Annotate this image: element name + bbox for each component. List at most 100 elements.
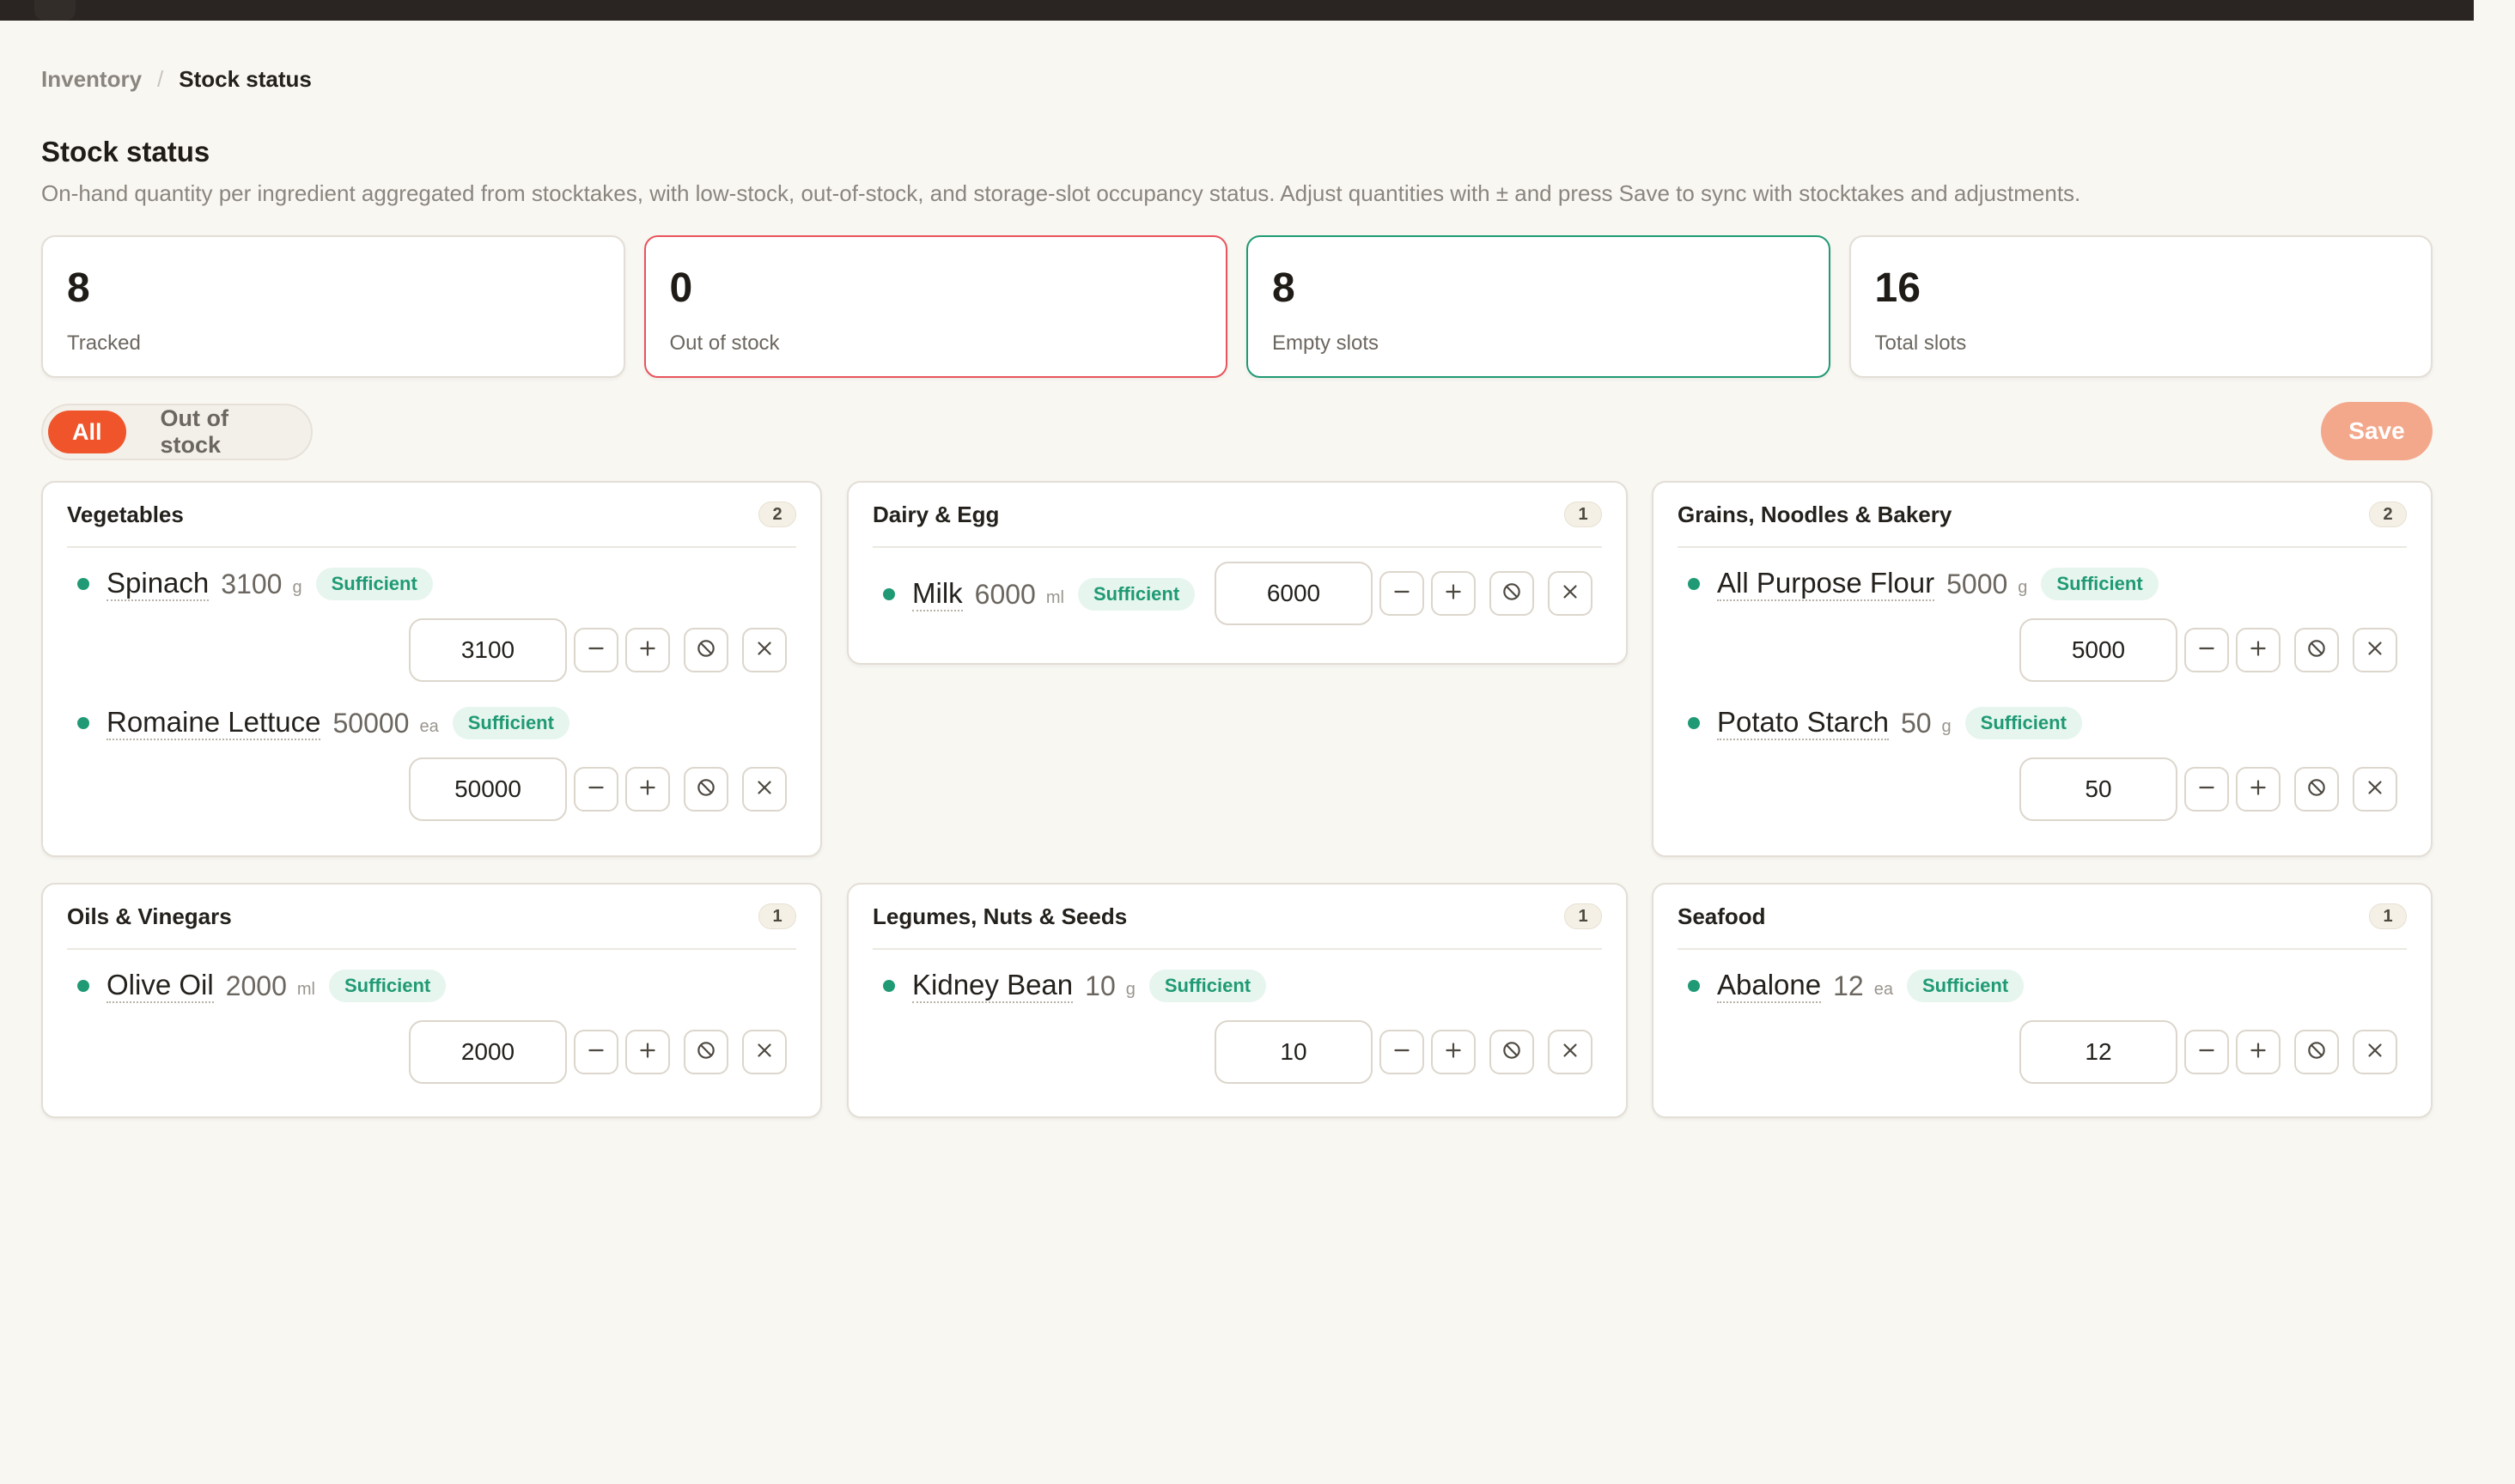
category-count-badge: 1 [758, 903, 796, 929]
increment-button[interactable] [1431, 571, 1476, 616]
breadcrumb-current: Stock status [179, 65, 312, 92]
remove-button[interactable] [742, 767, 787, 812]
ban-icon [2305, 637, 2328, 664]
filter-all[interactable]: All [48, 411, 126, 453]
clear-button[interactable] [2294, 767, 2339, 812]
item-name[interactable]: Spinach [107, 567, 210, 601]
decrement-button[interactable] [574, 1030, 618, 1074]
breadcrumb-inventory[interactable]: Inventory [41, 66, 142, 93]
clear-button[interactable] [2294, 628, 2339, 672]
status-badge: Sufficient [2041, 568, 2159, 600]
item-unit: ea [1873, 979, 1893, 999]
item-name[interactable]: Romaine Lettuce [107, 706, 321, 740]
plus-icon [1442, 581, 1465, 607]
plus-icon [2247, 1039, 2269, 1066]
decrement-button[interactable] [2184, 767, 2229, 812]
filter-out-of-stock[interactable]: Out of stock [137, 405, 306, 458]
stat-label: Total slots [1874, 331, 1967, 355]
save-button[interactable]: Save [2321, 402, 2433, 460]
item-name[interactable]: All Purpose Flour [1717, 567, 1935, 601]
stat-card-total-slots: 16 Total slots [1848, 235, 2433, 378]
item-unit: g [292, 577, 302, 597]
quantity-input[interactable] [409, 757, 567, 821]
ban-icon [695, 1039, 717, 1066]
quantity-input[interactable] [409, 1020, 567, 1084]
stat-value: 16 [1874, 265, 1921, 311]
quantity-input[interactable] [2019, 757, 2177, 821]
stock-item: All Purpose Flour 5000 g Sufficient [1688, 565, 2159, 603]
category-count-badge: 2 [758, 502, 796, 527]
quantity-controls [2019, 1020, 2397, 1084]
item-unit: g [1125, 979, 1136, 999]
decrement-button[interactable] [2184, 628, 2229, 672]
status-badge: Sufficient [1148, 970, 1267, 1002]
status-badge: Sufficient [1906, 970, 2025, 1002]
quantity-controls [1215, 1020, 1592, 1084]
category-count-badge: 2 [2369, 502, 2407, 527]
category-title: Grains, Noodles & Bakery [1678, 501, 1952, 527]
remove-button[interactable] [2353, 767, 2397, 812]
quantity-input[interactable] [2019, 1020, 2177, 1084]
quantity-input[interactable] [1215, 1020, 1373, 1084]
quantity-input[interactable] [2019, 618, 2177, 682]
quantity-input[interactable] [409, 618, 567, 682]
category-header: Dairy & Egg 1 [873, 483, 1602, 548]
stock-item: Milk 6000 ml Sufficient [883, 575, 1196, 613]
plus-icon [636, 776, 659, 803]
remove-button[interactable] [742, 628, 787, 672]
remove-button[interactable] [2353, 628, 2397, 672]
stock-item: Romaine Lettuce 50000 ea Sufficient [77, 704, 569, 742]
category-count-badge: 1 [1564, 502, 1602, 527]
stat-card-empty-slots: 8 Empty slots [1246, 235, 1830, 378]
decrement-button[interactable] [1379, 1030, 1424, 1074]
decrement-button[interactable] [1379, 571, 1424, 616]
item-name[interactable]: Abalone [1717, 969, 1822, 1003]
category-card: Grains, Noodles & Bakery 2 All Purpose Flo… [1652, 481, 2433, 857]
increment-button[interactable] [625, 1030, 670, 1074]
remove-button[interactable] [1548, 1030, 1592, 1074]
decrement-button[interactable] [2184, 1030, 2229, 1074]
category-title: Seafood [1678, 903, 1766, 929]
increment-button[interactable] [1431, 1030, 1476, 1074]
clear-button[interactable] [684, 767, 728, 812]
increment-button[interactable] [2236, 1030, 2281, 1074]
category-card: Vegetables2Spinach3100gSufficientRomaine… [41, 481, 822, 857]
decrement-button[interactable] [574, 767, 618, 812]
status-dot-icon [77, 717, 89, 729]
stock-item: Spinach 3100 g Sufficient [77, 565, 433, 603]
clear-button[interactable] [684, 1030, 728, 1074]
increment-button[interactable] [625, 767, 670, 812]
quantity-controls [2019, 757, 2397, 821]
increment-button[interactable] [625, 628, 670, 672]
page-title: Stock status [41, 136, 210, 167]
ban-icon [2305, 776, 2328, 803]
quantity-input[interactable] [1215, 562, 1373, 625]
ban-icon [1501, 1039, 1523, 1066]
quantity-controls [409, 618, 787, 682]
minus-icon [1391, 581, 1413, 607]
item-name[interactable]: Olive Oil [107, 969, 214, 1003]
increment-button[interactable] [2236, 628, 2281, 672]
clear-button[interactable] [2294, 1030, 2339, 1074]
remove-button[interactable] [742, 1030, 787, 1074]
item-name[interactable]: Kidney Bean [912, 969, 1074, 1003]
category-card: Legumes, Nuts & Seeds 1 Kidney Bean 10 g Suff… [847, 883, 1628, 1118]
status-badge: Sufficient [1077, 578, 1196, 611]
remove-button[interactable] [2353, 1030, 2397, 1074]
category-title: Vegetables [67, 501, 184, 527]
category-count-badge: 1 [1564, 903, 1602, 929]
category-count-badge: 1 [2369, 903, 2407, 929]
item-name[interactable]: Potato Starch [1717, 706, 1889, 740]
clear-button[interactable] [684, 628, 728, 672]
status-dot-icon [1688, 717, 1700, 729]
remove-button[interactable] [1548, 571, 1592, 616]
decrement-button[interactable] [574, 628, 618, 672]
increment-button[interactable] [2236, 767, 2281, 812]
item-quantity: 3100 [221, 568, 283, 599]
category-card: Oils & Vinegars 1 Olive Oil 2000 ml Sufficien… [41, 883, 822, 1118]
quantity-controls [1215, 562, 1592, 625]
item-name[interactable]: Milk [912, 577, 963, 611]
clear-button[interactable] [1489, 571, 1534, 616]
clear-button[interactable] [1489, 1030, 1534, 1074]
stat-value: 8 [1272, 265, 1295, 311]
